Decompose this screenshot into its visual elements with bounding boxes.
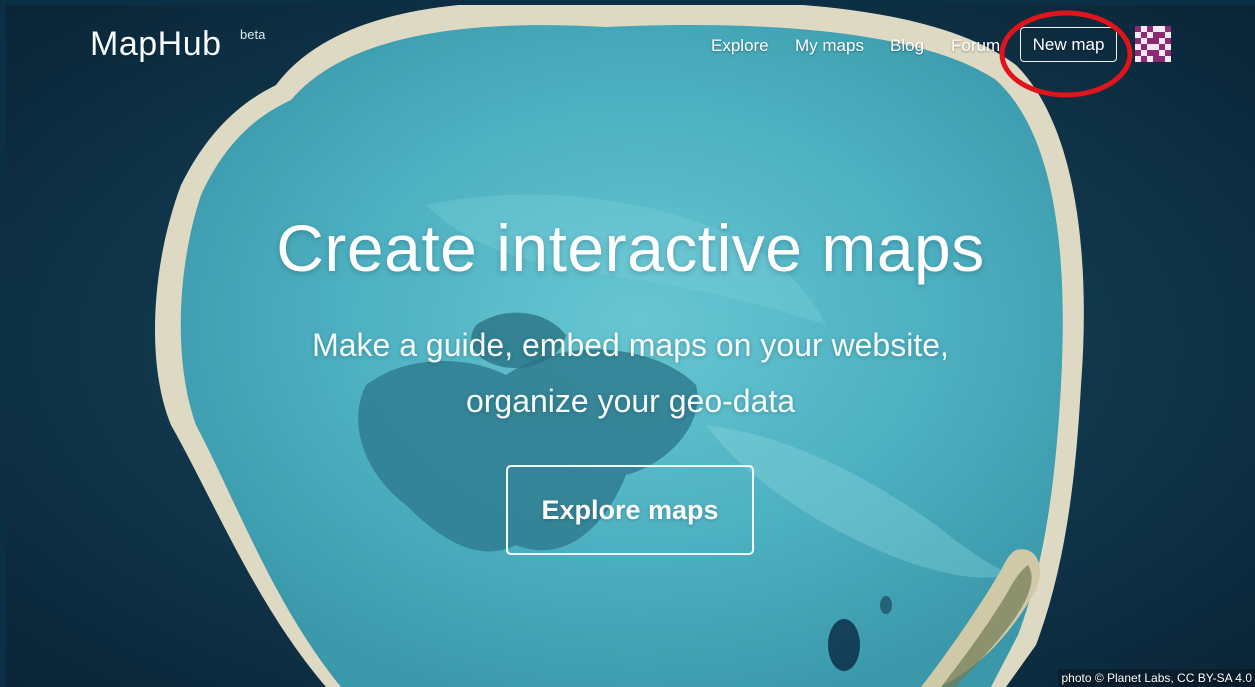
new-map-button[interactable]: New map (1020, 27, 1117, 62)
nav-blog[interactable]: Blog (890, 36, 924, 56)
beta-badge: beta (240, 27, 266, 42)
photo-credit[interactable]: photo © Planet Labs, CC BY-SA 4.0 (1058, 669, 1255, 687)
nav-forum[interactable]: Forum (951, 36, 1000, 56)
landing-page: MapHub beta Explore My maps Blog Forum N… (6, 5, 1255, 687)
user-avatar-icon[interactable] (1135, 26, 1171, 62)
explore-maps-button[interactable]: Explore maps (506, 465, 754, 555)
hero-subtitle-line-2: organize your geo-data (465, 383, 796, 419)
hero-subtitle-line-1: Make a guide, embed maps on your website… (312, 327, 949, 363)
hero-title: Create interactive maps (276, 211, 985, 285)
top-navigation: MapHub beta Explore My maps Blog Forum N… (6, 5, 1255, 98)
nav-my-maps[interactable]: My maps (795, 36, 864, 56)
nav-explore[interactable]: Explore (711, 36, 769, 56)
site-logo[interactable]: MapHub (90, 25, 222, 64)
